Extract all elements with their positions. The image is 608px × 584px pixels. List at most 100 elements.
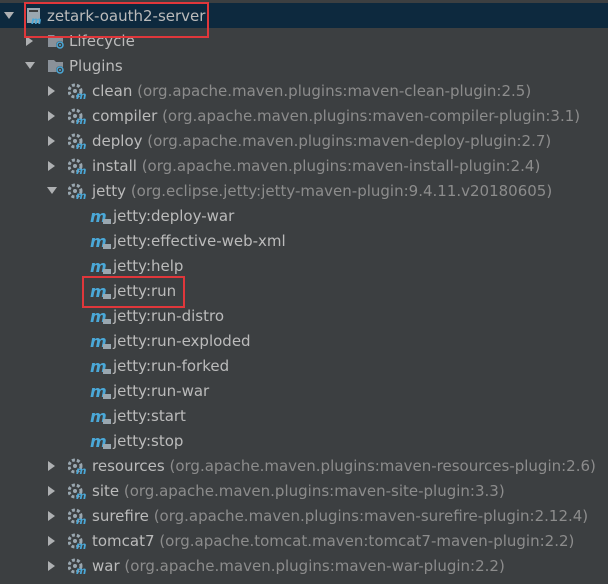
goal-label: jetty:run xyxy=(113,281,177,300)
tree-node-goal-run[interactable]: m jetty:run xyxy=(0,278,608,303)
tree-node-goal-stop[interactable]: m jetty:stop xyxy=(0,428,608,453)
plugin-name: surefire xyxy=(92,506,149,525)
tree-node-plugin-tomcat7[interactable]: m tomcat7 (org.apache.tomcat.maven:tomca… xyxy=(0,528,608,553)
plugin-name: deploy xyxy=(92,131,143,150)
svg-text:m: m xyxy=(76,141,86,150)
goal-label: jetty:stop xyxy=(113,431,184,450)
maven-plugin-icon: m xyxy=(67,457,86,477)
maven-projects-tree: m zetark-oauth2-server Lifecycle Plugins… xyxy=(0,0,608,584)
svg-text:m: m xyxy=(76,566,86,575)
expand-arrow-icon[interactable] xyxy=(46,110,58,122)
tree-node-lifecycle[interactable]: Lifecycle xyxy=(0,28,608,53)
tree-node-plugin-surefire[interactable]: m surefire (org.apache.maven.plugins:mav… xyxy=(0,503,608,528)
goal-label: jetty:deploy-war xyxy=(113,206,235,225)
maven-goal-icon: m xyxy=(90,232,111,251)
plugin-label: deploy (org.apache.maven.plugins:maven-d… xyxy=(92,132,551,150)
plugin-name: compiler xyxy=(92,106,158,125)
plugin-coordinates: (org.apache.maven.plugins:maven-compiler… xyxy=(162,106,581,125)
plugins-label: Plugins xyxy=(69,56,123,75)
plugin-name: tomcat7 xyxy=(92,531,155,550)
plugin-coordinates: (org.apache.maven.plugins:maven-surefire… xyxy=(153,506,589,525)
plugin-label: resources (org.apache.maven.plugins:mave… xyxy=(92,457,596,475)
collapse-arrow-icon[interactable] xyxy=(3,10,15,22)
expand-arrow-icon[interactable] xyxy=(46,160,58,172)
goal-label: jetty:run-war xyxy=(113,381,210,400)
tree-node-goal-start[interactable]: m jetty:start xyxy=(0,403,608,428)
maven-plugin-icon: m xyxy=(67,132,86,152)
tree-node-plugin-site[interactable]: m site (org.apache.maven.plugins:maven-s… xyxy=(0,478,608,503)
maven-goal-icon: m xyxy=(90,432,111,451)
svg-text:m: m xyxy=(76,541,86,550)
maven-goal-icon: m xyxy=(90,257,111,276)
expand-arrow-icon[interactable] xyxy=(46,535,58,547)
tree-node-plugin-clean[interactable]: m clean (org.apache.maven.plugins:maven-… xyxy=(0,78,608,103)
tree-node-goal-run-war[interactable]: m jetty:run-war xyxy=(0,378,608,403)
maven-plugin-icon: m xyxy=(67,157,86,177)
tree-node-goal-run-forked[interactable]: m jetty:run-forked xyxy=(0,353,608,378)
plugin-coordinates: (org.apache.maven.plugins:maven-clean-pl… xyxy=(137,81,532,100)
lifecycle-label: Lifecycle xyxy=(69,31,135,50)
tree-node-plugins[interactable]: Plugins xyxy=(0,53,608,78)
svg-text:m: m xyxy=(76,491,86,500)
svg-text:m: m xyxy=(76,191,86,200)
maven-goal-icon: m xyxy=(90,332,111,351)
maven-plugin-icon: m xyxy=(67,107,86,127)
goal-label: jetty:help xyxy=(113,256,184,275)
plugin-coordinates: (org.apache.maven.plugins:maven-war-plug… xyxy=(124,556,505,575)
goal-label: jetty:effective-web-xml xyxy=(113,231,286,250)
root-project-label: zetark-oauth2-server xyxy=(47,6,206,25)
plugin-label: clean (org.apache.maven.plugins:maven-cl… xyxy=(92,82,531,100)
maven-plugin-icon: m xyxy=(67,482,86,502)
plugin-coordinates: (org.eclipse.jetty:jetty-maven-plugin:9.… xyxy=(130,181,553,200)
tree-node-plugin-compiler[interactable]: m compiler (org.apache.maven.plugins:mav… xyxy=(0,103,608,128)
maven-project-icon: m xyxy=(26,7,44,27)
svg-text:m: m xyxy=(31,16,41,25)
tree-node-root-project[interactable]: m zetark-oauth2-server xyxy=(0,3,608,28)
plugin-label: war (org.apache.maven.plugins:maven-war-… xyxy=(92,557,505,575)
maven-plugin-icon: m xyxy=(67,182,86,202)
plugin-label: surefire (org.apache.maven.plugins:maven… xyxy=(92,507,588,525)
expand-arrow-icon[interactable] xyxy=(46,560,58,572)
maven-plugin-icon: m xyxy=(67,82,86,102)
expand-arrow-icon[interactable] xyxy=(24,35,36,47)
plugin-label: install (org.apache.maven.plugins:maven-… xyxy=(92,157,540,175)
plugin-label: jetty (org.eclipse.jetty:jetty-maven-plu… xyxy=(92,182,552,200)
expand-arrow-icon[interactable] xyxy=(46,460,58,472)
collapse-arrow-icon[interactable] xyxy=(46,185,58,197)
plugin-name: war xyxy=(92,556,120,575)
maven-goal-icon: m xyxy=(90,282,111,301)
maven-goal-icon: m xyxy=(90,307,111,326)
collapse-arrow-icon[interactable] xyxy=(24,60,36,72)
maven-plugin-icon: m xyxy=(67,507,86,527)
expand-arrow-icon[interactable] xyxy=(46,485,58,497)
expand-arrow-icon[interactable] xyxy=(46,135,58,147)
tree-node-plugin-deploy[interactable]: m deploy (org.apache.maven.plugins:maven… xyxy=(0,128,608,153)
svg-text:m: m xyxy=(76,516,86,525)
maven-goal-icon: m xyxy=(90,407,111,426)
expand-arrow-icon[interactable] xyxy=(46,85,58,97)
plugin-coordinates: (org.apache.maven.plugins:maven-deploy-p… xyxy=(147,131,552,150)
plugin-label: compiler (org.apache.maven.plugins:maven… xyxy=(92,107,580,125)
plugin-label: tomcat7 (org.apache.tomcat.maven:tomcat7… xyxy=(92,532,574,550)
maven-goal-icon: m xyxy=(90,382,111,401)
goal-label: jetty:run-exploded xyxy=(113,331,251,350)
tree-node-goal-help[interactable]: m jetty:help xyxy=(0,253,608,278)
plugin-coordinates: (org.apache.tomcat.maven:tomcat7-maven-p… xyxy=(159,531,575,550)
tree-node-goal-deploy-war[interactable]: m jetty:deploy-war xyxy=(0,203,608,228)
svg-text:m: m xyxy=(76,166,86,175)
tree-node-plugin-jetty[interactable]: m jetty (org.eclipse.jetty:jetty-maven-p… xyxy=(0,178,608,203)
tree-node-goal-run-exploded[interactable]: m jetty:run-exploded xyxy=(0,328,608,353)
plugin-name: site xyxy=(92,481,120,500)
expand-arrow-icon[interactable] xyxy=(46,510,58,522)
tree-node-goal-run-distro[interactable]: m jetty:run-distro xyxy=(0,303,608,328)
tree-node-plugin-install[interactable]: m install (org.apache.maven.plugins:mave… xyxy=(0,153,608,178)
maven-goal-icon: m xyxy=(90,357,111,376)
plugin-coordinates: (org.apache.maven.plugins:maven-install-… xyxy=(141,156,541,175)
plugin-name: install xyxy=(92,156,137,175)
maven-goal-icon: m xyxy=(90,207,111,226)
tree-node-plugin-resources[interactable]: m resources (org.apache.maven.plugins:ma… xyxy=(0,453,608,478)
tree-node-goal-effective-web-xml[interactable]: m jetty:effective-web-xml xyxy=(0,228,608,253)
plugin-coordinates: (org.apache.maven.plugins:maven-site-plu… xyxy=(123,481,505,500)
tree-node-plugin-war[interactable]: m war (org.apache.maven.plugins:maven-wa… xyxy=(0,553,608,578)
plugin-name: clean xyxy=(92,81,133,100)
